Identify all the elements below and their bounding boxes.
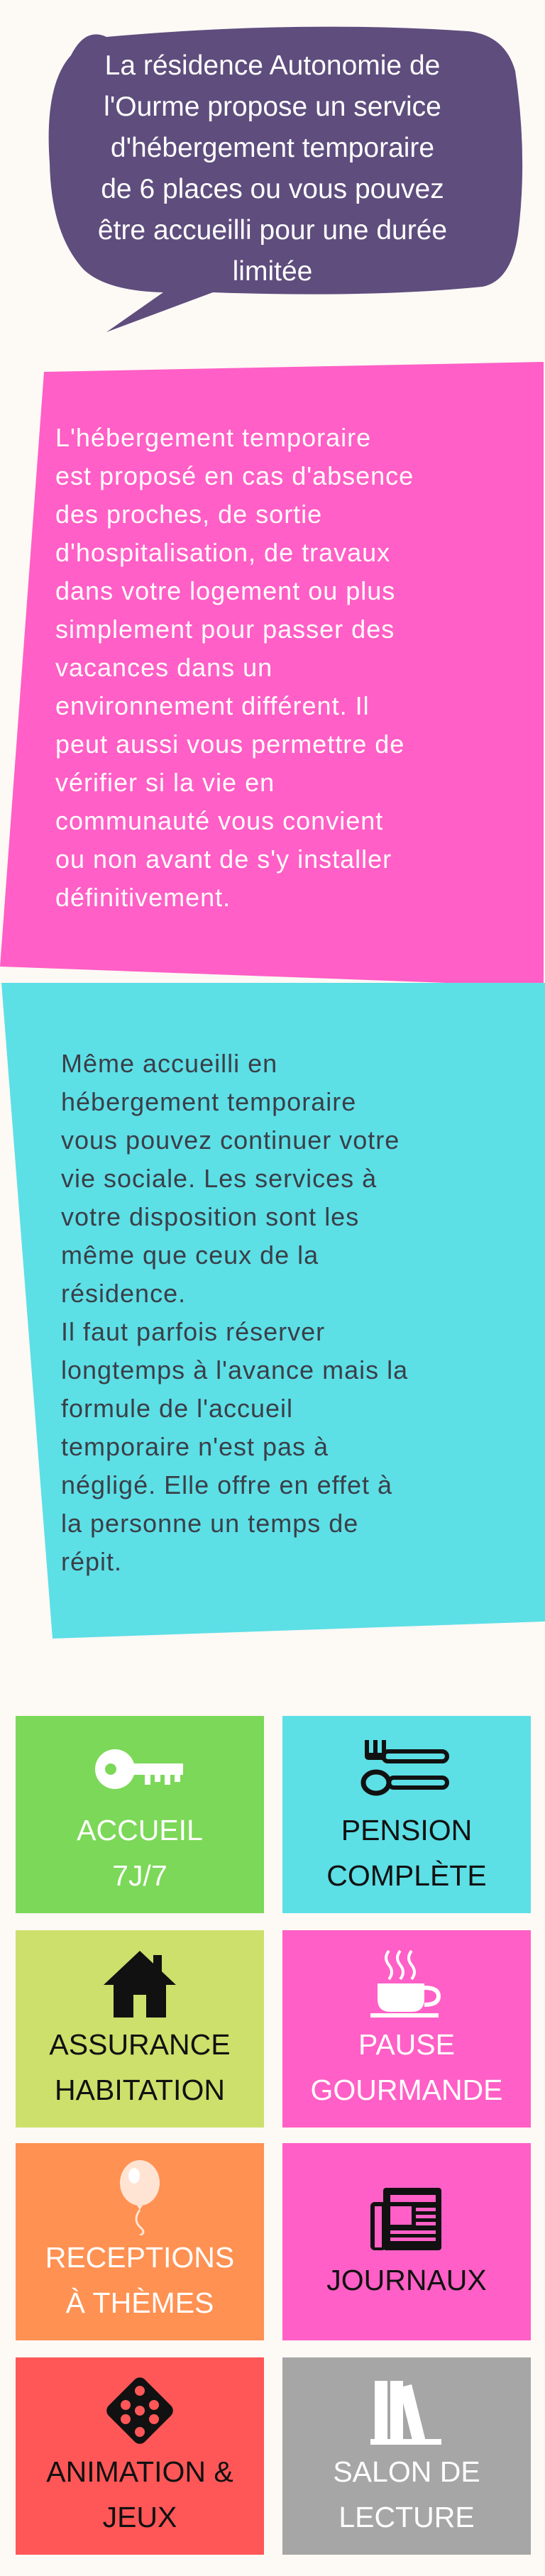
social-life-description: Même accueilli en hébergement temporaire… xyxy=(61,1049,409,1576)
service-label: ACCUEIL 7j/7 xyxy=(77,1814,203,1892)
temporary-stay-description: L'hébergement temporaire est proposé en … xyxy=(55,423,414,912)
service-tile-5: RECEPTIONS À THÈMES xyxy=(16,2143,264,2340)
house-icon xyxy=(101,1945,179,2022)
service-label: ANIMATION & JEUX xyxy=(46,2455,233,2533)
service-tile-6: JOURNAUX xyxy=(282,2143,531,2340)
balloon-icon xyxy=(111,2158,168,2235)
service-tile-1: ACCUEIL 7j/7 xyxy=(16,1716,264,1913)
service-tile-8: SALON DE LECTURE xyxy=(282,2357,531,2555)
books-icon xyxy=(368,2372,446,2449)
service-label: PENSION COMPLÈTE xyxy=(326,1814,487,1892)
key-icon xyxy=(94,1731,186,1807)
service-label: JOURNAUX xyxy=(326,2264,487,2296)
service-label: SALON DE LECTURE xyxy=(333,2455,480,2533)
intro-text: La résidence Autonomie de l'Ourme propos… xyxy=(97,50,448,287)
coffee-cup-icon xyxy=(368,1945,446,2022)
service-label: RECEPTIONS À THÈMES xyxy=(45,2241,235,2319)
service-tile-3: ASSURANCE HABITATION xyxy=(16,1930,264,2128)
service-label: ASSURANCE HABITATION xyxy=(49,2028,231,2106)
service-tile-7: ANIMATION & JEUX xyxy=(16,2357,264,2555)
service-tile-2: PENSION COMPLÈTE xyxy=(282,1716,531,1913)
newspaper-icon xyxy=(368,2181,446,2257)
service-tile-4: PAUSE GOURMANDE xyxy=(282,1930,531,2128)
service-label: PAUSE GOURMANDE xyxy=(310,2028,503,2106)
cutlery-icon xyxy=(360,1731,453,1807)
dice-icon xyxy=(104,2372,175,2449)
